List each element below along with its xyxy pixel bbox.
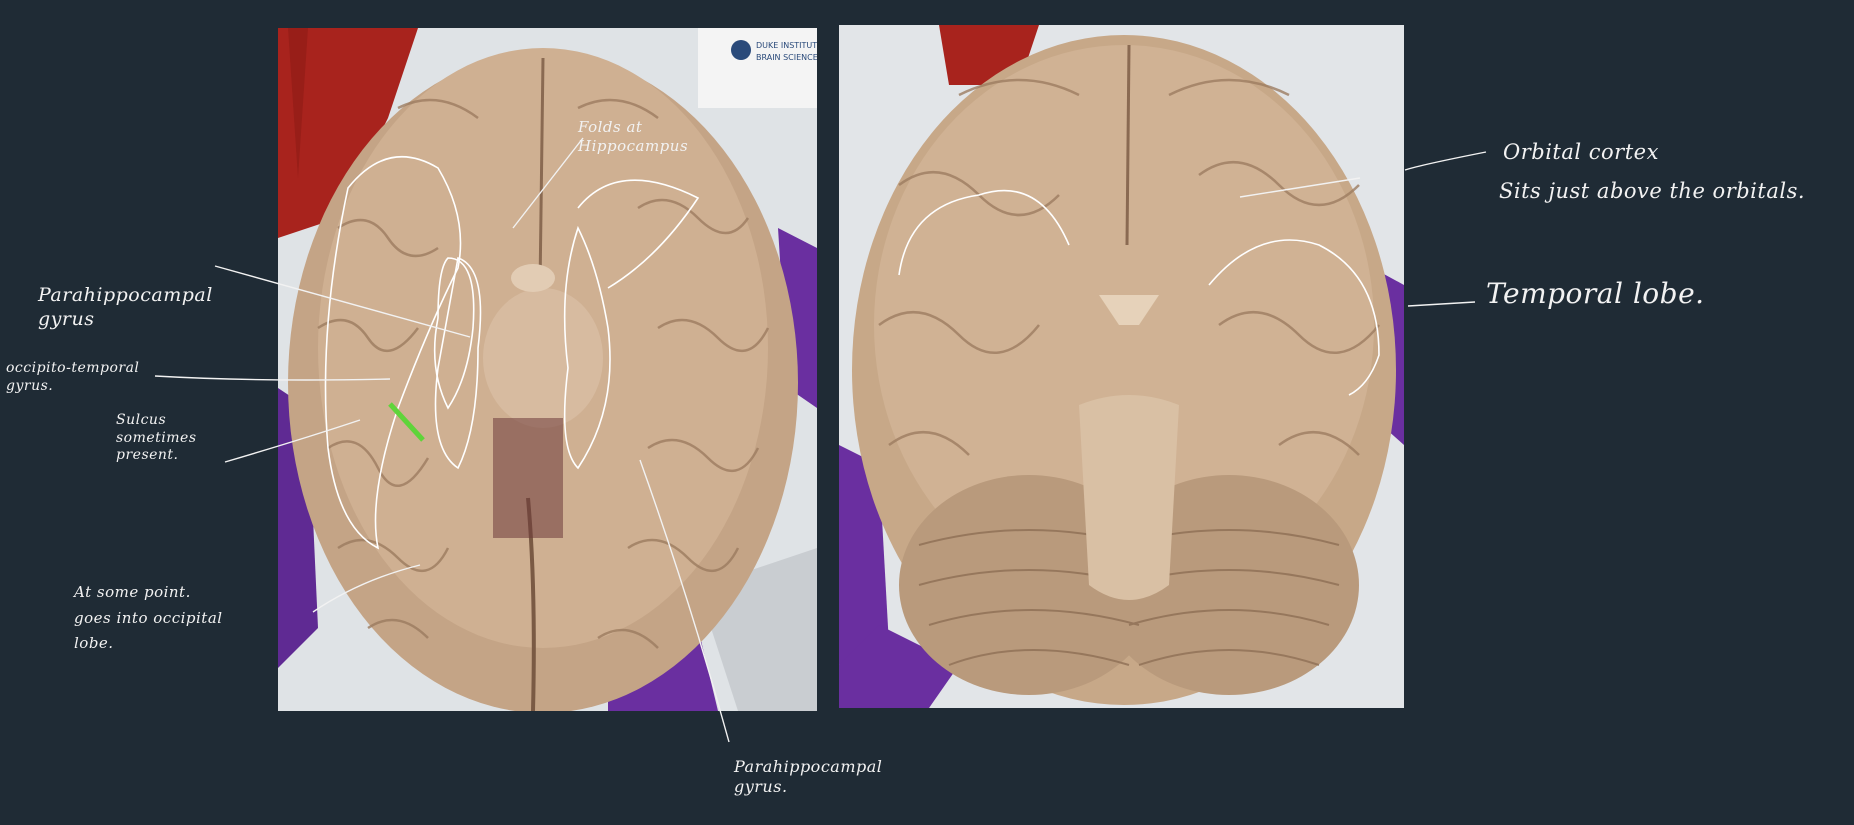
note-sulcus: Sulcus sometimes present. bbox=[116, 412, 197, 463]
note-orbital-sub: Sits just above the orbitals. bbox=[1499, 179, 1806, 203]
note-occipital: At some point. goes into occipital lobe. bbox=[74, 583, 223, 652]
badge-logo bbox=[731, 40, 751, 60]
brain-photo-right-image bbox=[839, 25, 1404, 708]
note-occipito-temporal: occipito-temporal gyrus. bbox=[6, 360, 140, 394]
brain-photo-left: DUKE INSTITUTE BRAIN SCIENCES bbox=[278, 28, 817, 711]
canvas: DUKE INSTITUTE BRAIN SCIENCES Folds at H… bbox=[0, 0, 1854, 825]
note-parahippocampal-left: Parahippocampal gyrus bbox=[38, 284, 213, 330]
note-parahippocampal-bottom: Parahippocampal gyrus. bbox=[734, 757, 883, 796]
brain-photo-left-image: DUKE INSTITUTE BRAIN SCIENCES bbox=[278, 28, 817, 711]
note-folds-hippocampus: Folds at Hippocampus bbox=[578, 118, 689, 155]
note-temporal-lobe: Temporal lobe. bbox=[1486, 277, 1705, 310]
brain-photo-right bbox=[839, 25, 1404, 708]
badge-text: DUKE INSTITUTE bbox=[756, 41, 817, 50]
note-orbital-cortex: Orbital cortex bbox=[1503, 140, 1659, 164]
svg-text:BRAIN SCIENCES: BRAIN SCIENCES bbox=[756, 53, 817, 62]
